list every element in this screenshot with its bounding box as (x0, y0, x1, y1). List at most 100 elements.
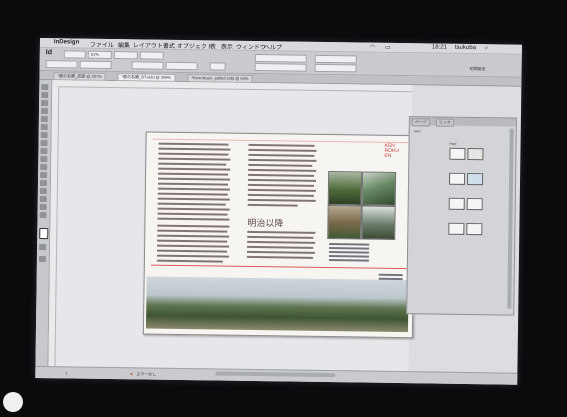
menubar-user[interactable]: tsukuba (455, 45, 476, 51)
caption-line (328, 259, 369, 262)
fill-stroke-swatch-icon[interactable] (39, 228, 49, 240)
menu-layout[interactable]: レイアウト (133, 40, 163, 49)
zoom-tool-icon[interactable] (39, 212, 47, 219)
view-options-button[interactable] (113, 51, 138, 60)
menu-type[interactable]: 書式 (163, 41, 175, 50)
x-position-field[interactable] (45, 60, 78, 69)
text-line (156, 254, 229, 258)
bridge-button[interactable] (63, 50, 86, 59)
line-tool-icon[interactable] (40, 124, 48, 131)
type-tool-icon[interactable] (40, 116, 48, 123)
menu-view[interactable]: 表示 (221, 42, 233, 51)
free-transform-tool-icon[interactable] (40, 172, 48, 179)
page-number-field[interactable]: 1 (65, 370, 67, 375)
text-line (247, 183, 314, 187)
gradient-tool-icon[interactable] (39, 180, 48, 187)
caption-line (329, 251, 370, 254)
gap-tool-icon[interactable] (40, 108, 49, 115)
height-field[interactable] (165, 61, 198, 71)
page-thumbnail[interactable] (466, 172, 484, 186)
text-line (157, 249, 228, 253)
pencil-tool-icon[interactable] (40, 140, 48, 147)
text-line (247, 203, 298, 207)
teahouse-photo[interactable] (327, 205, 362, 240)
page-thumbnail[interactable] (467, 147, 484, 161)
menu-file[interactable]: ファイル (90, 40, 114, 49)
text-line (157, 244, 230, 248)
text-line (157, 197, 230, 201)
menu-edit[interactable]: 編集 (118, 40, 130, 49)
wifi-icon[interactable]: ◠ (370, 44, 375, 51)
app-name-menu[interactable]: InDesign (54, 39, 79, 45)
menu-table[interactable]: 表 (210, 41, 216, 50)
waterfall-photo[interactable] (361, 171, 397, 206)
projected-screen: InDesign ファイル 編集 レイアウト 書式 オブジェクト 表 表示 ウィ… (35, 38, 522, 385)
spotlight-icon[interactable]: ⌕ (485, 45, 488, 52)
panel-scrollbar[interactable] (507, 128, 514, 309)
menu-object[interactable]: オブジェクト (177, 41, 213, 51)
pages-tab[interactable]: ページ (411, 118, 430, 127)
workspace-switcher[interactable]: 初期設定 (470, 66, 486, 72)
page-thumbnail[interactable] (448, 197, 465, 210)
text-line (157, 234, 230, 238)
text-line (158, 177, 231, 181)
y-position-field[interactable] (79, 60, 112, 70)
note-tool-icon[interactable] (39, 188, 47, 195)
direct-selection-tool-icon[interactable] (41, 92, 49, 99)
caption-line (329, 243, 370, 246)
garden-photo-1[interactable] (327, 171, 363, 206)
text-line (247, 188, 316, 192)
page-tool-icon[interactable] (41, 100, 49, 107)
text-line (157, 207, 230, 211)
text-line (157, 229, 228, 233)
text-line (247, 193, 314, 197)
gate-photo[interactable] (361, 205, 396, 240)
document-page[interactable]: 明治以降 KEN ROKU EN (142, 131, 416, 339)
menu-help[interactable]: ヘルプ (264, 42, 282, 51)
pen-tool-icon[interactable] (40, 132, 48, 139)
view-mode-icon[interactable] (38, 256, 46, 263)
panel-header: ページ リンク (409, 117, 516, 127)
page-thumbnail[interactable] (448, 222, 465, 235)
text-line (248, 163, 313, 167)
text-line (248, 173, 315, 177)
preflight-status[interactable]: エラーなし (136, 371, 156, 377)
rectangle-tool-icon[interactable] (40, 156, 48, 163)
preflight-status-icon: ● (130, 371, 133, 377)
text-line (248, 168, 317, 172)
text-line (158, 147, 231, 151)
reference-point-button[interactable] (209, 62, 226, 71)
text-line (158, 142, 229, 146)
text-line (247, 230, 316, 234)
text-line (158, 172, 229, 176)
text-line (248, 178, 317, 182)
rectangle-frame-tool-icon[interactable] (40, 148, 48, 155)
stroke-weight-field[interactable] (314, 54, 357, 64)
apply-color-icon[interactable] (39, 244, 47, 251)
stroke-swatch-field[interactable] (254, 62, 307, 72)
text-line (156, 259, 223, 263)
none-master-label[interactable]: None (414, 129, 421, 133)
width-field[interactable] (131, 61, 164, 70)
hand-tool-icon[interactable] (39, 204, 47, 211)
menu-window[interactable]: ウィンドウ (236, 42, 266, 51)
page-thumbnail[interactable] (449, 147, 466, 160)
menubar-clock[interactable]: 18:21 (432, 44, 447, 50)
panorama-photo[interactable] (145, 276, 409, 333)
text-line (248, 143, 315, 147)
battery-icon[interactable]: ▭ (385, 44, 391, 51)
scissors-tool-icon[interactable] (40, 164, 48, 171)
opacity-field[interactable] (314, 63, 357, 73)
eyedropper-tool-icon[interactable] (39, 196, 47, 203)
page-thumbnail[interactable] (466, 222, 483, 236)
page-thumbnail[interactable] (466, 197, 483, 211)
selection-tool-icon[interactable] (41, 84, 49, 91)
fill-swatch-field[interactable] (254, 54, 307, 63)
page-thumbnail[interactable] (448, 172, 466, 185)
indesign-logo-icon: Id (45, 49, 53, 57)
links-tab[interactable]: リンク (435, 118, 454, 127)
title-line-3: EN (384, 152, 392, 159)
zoom-field[interactable]: 61% (87, 50, 112, 60)
text-line (158, 152, 229, 156)
screen-mode-button[interactable] (139, 51, 164, 60)
